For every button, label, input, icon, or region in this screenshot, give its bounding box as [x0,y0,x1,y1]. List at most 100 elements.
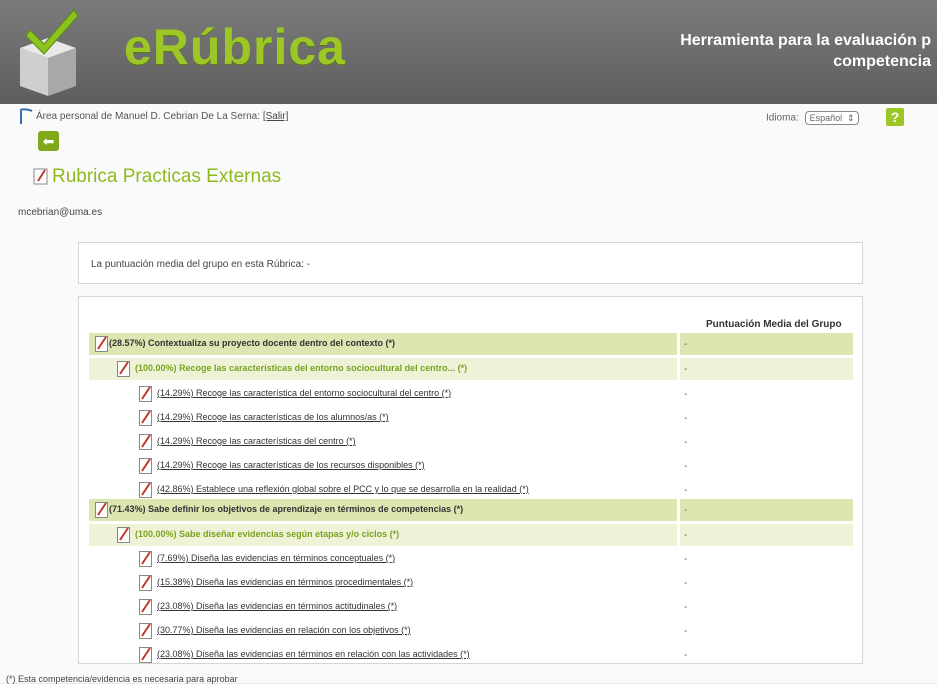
rubric-row-score: - [680,358,853,380]
score-value: - [684,530,688,541]
rubric-row-name: (7.69%) Diseña las evidencias en término… [89,548,677,570]
tagline: Herramienta para la evaluación p compete… [631,30,931,72]
edit-pencil-icon[interactable] [95,501,109,523]
evidence-link[interactable]: (14.29%) Recoge las características de l… [157,412,389,422]
rubric-row: (15.38%) Diseña las evidencias en términ… [89,572,853,594]
rubric-row: (7.69%) Diseña las evidencias en término… [89,548,853,570]
edit-pencil-icon[interactable] [139,409,153,431]
edit-pencil-icon[interactable] [139,646,153,668]
rubric-row-name: (30.77%) Diseña las evidencias en relaci… [89,620,677,642]
evidence-link[interactable]: (14.29%) Recoge las característica del e… [157,388,451,398]
evidence-link[interactable]: (30.77%) Diseña las evidencias en relaci… [157,625,411,635]
logout-link[interactable]: [Salir] [263,111,289,122]
rubric-row-score: - [680,333,853,355]
rubric-row-name: (71.43%) Sabe definir los objetivos de a… [89,499,677,521]
score-value: - [684,389,688,400]
rubric-row: (23.08%) Diseña las evidencias en términ… [89,644,853,666]
user-area-label: Área personal de Manuel D. Cebrian De La… [36,111,261,122]
rubric-row-name: (23.08%) Diseña las evidencias en términ… [89,596,677,618]
back-arrow-button[interactable]: ⬅ [38,131,59,151]
evidence-link[interactable]: (42.86%) Establece una reflexión global … [157,484,529,494]
score-value: - [684,505,688,516]
rubric-row-name: (15.38%) Diseña las evidencias en términ… [89,572,677,594]
edit-pencil-icon[interactable] [139,622,153,644]
score-value: - [684,339,688,350]
edit-pencil-icon[interactable] [95,335,109,357]
competency-label: (100.00%) Recoge las características del… [135,363,468,373]
rubric-row-score: - [680,407,853,429]
score-value: - [684,461,688,472]
language-label: Idioma: [766,112,799,124]
rubric-row-score: - [680,499,853,521]
rubric-row-score: - [680,644,853,666]
edit-pencil-icon[interactable] [117,360,131,382]
column-header-group-average: Puntuación Media del Grupo [706,319,842,330]
rubric-row: (71.43%) Sabe definir los objetivos de a… [89,499,853,521]
edit-pencil-icon[interactable] [139,598,153,620]
score-value: - [684,650,688,661]
score-value: - [684,578,688,589]
edit-pencil-icon[interactable] [139,457,153,479]
language-dropdown[interactable]: Español ⇕ [804,111,859,125]
score-value: - [684,602,688,613]
rubric-row: (14.29%) Recoge las características de l… [89,455,853,477]
rubric-row: (30.77%) Diseña las evidencias en relaci… [89,620,853,642]
rubric-row-score: - [680,524,853,546]
score-value: - [684,364,688,375]
rubric-row-name: (100.00%) Sabe diseñar evidencias según … [89,524,677,546]
rubric-row: (14.29%) Recoge las característica del e… [89,383,853,405]
rubric-row-score: - [680,620,853,642]
rubric-row: (14.29%) Recoge las características del … [89,431,853,453]
rubric-row-name: (100.00%) Recoge las características del… [89,358,677,380]
evidence-link[interactable]: (7.69%) Diseña las evidencias en término… [157,553,395,563]
rubric-row-score: - [680,596,853,618]
rubric-row-name: (28.57%) Contextualiza su proyecto docen… [89,333,677,355]
rubric-table: Puntuación Media del Grupo (28.57%) Cont… [78,296,863,664]
help-button[interactable]: ? [886,108,904,126]
score-value: - [684,485,688,496]
user-bar: Área personal de Manuel D. Cebrian De La… [18,108,918,126]
user-icon [18,108,34,131]
user-email: mcebrian@uma.es [18,207,103,218]
score-value: - [684,554,688,565]
rubric-row-name: (14.29%) Recoge las características de l… [89,407,677,429]
evidence-link[interactable]: (15.38%) Diseña las evidencias en términ… [157,577,413,587]
dropdown-arrow-icon: ⇕ [847,113,855,123]
rubric-row-name: (14.29%) Recoge las característica del e… [89,383,677,405]
app-header: eRúbrica Herramienta para la evaluación … [0,0,937,104]
language-selector: Idioma: Español ⇕ [766,111,859,125]
rubric-row-score: - [680,548,853,570]
edit-pencil-icon[interactable] [139,385,153,407]
user-area-text: Área personal de Manuel D. Cebrian De La… [36,111,288,122]
competency-label: (28.57%) Contextualiza su proyecto docen… [109,338,396,348]
edit-pencil-icon[interactable] [139,433,153,455]
competency-label: (100.00%) Sabe diseñar evidencias según … [135,529,400,539]
score-value: - [684,413,688,424]
brand-logo-text: eRúbrica [124,19,346,75]
rubric-row-score: - [680,572,853,594]
rubric-row: (28.57%) Contextualiza su proyecto docen… [89,333,853,355]
rubric-row-score: - [680,479,853,501]
tagline-line1: Herramienta para la evaluación p [680,32,931,49]
competency-label: (71.43%) Sabe definir los objetivos de a… [109,504,464,514]
evidence-link[interactable]: (14.29%) Recoge las características de l… [157,460,425,470]
group-average-box: La puntuación media del grupo en esta Rú… [78,242,863,284]
edit-pencil-icon[interactable] [139,550,153,572]
pencil-icon [33,167,49,190]
rubric-row-name: (14.29%) Recoge las características del … [89,431,677,453]
tagline-line2: competencia [833,53,931,70]
language-value: Español [809,113,843,123]
rubric-row-score: - [680,431,853,453]
page-title: Rubrica Practicas Externas [52,166,282,187]
main-content: Área personal de Manuel D. Cebrian De La… [0,104,937,684]
edit-pencil-icon[interactable] [117,526,131,548]
evidence-link[interactable]: (14.29%) Recoge las características del … [157,436,356,446]
logo-checkbox-icon [18,8,79,96]
rubric-row: (100.00%) Sabe diseñar evidencias según … [89,524,853,546]
group-average-text: La puntuación media del grupo en esta Rú… [91,259,311,270]
evidence-link[interactable]: (23.08%) Diseña las evidencias en términ… [157,649,470,659]
rubric-row-name: (23.08%) Diseña las evidencias en términ… [89,644,677,666]
evidence-link[interactable]: (23.08%) Diseña las evidencias en términ… [157,601,397,611]
edit-pencil-icon[interactable] [139,574,153,596]
rubric-row-name: (14.29%) Recoge las características de l… [89,455,677,477]
